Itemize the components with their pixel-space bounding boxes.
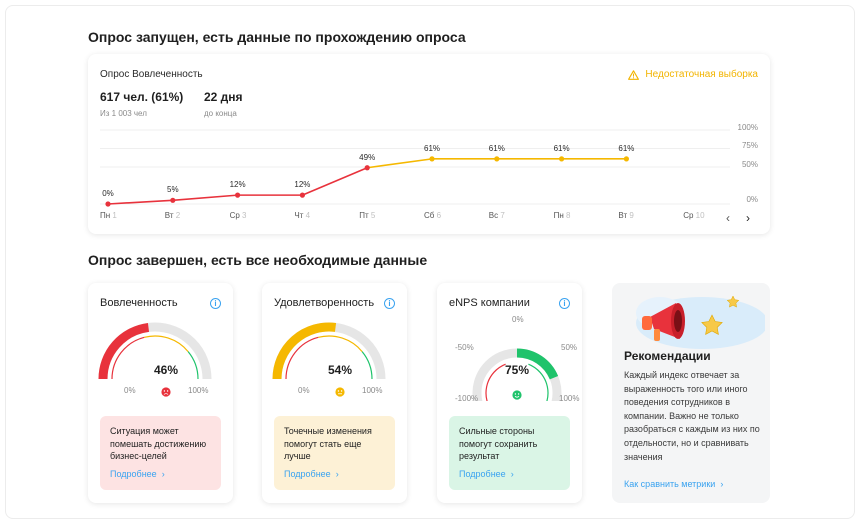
- x-tick-label: Вс 7: [488, 211, 505, 220]
- gauge-min-label: -100%: [455, 394, 479, 403]
- gauge-inner-high: [187, 351, 199, 380]
- gauge-min-label: 0%: [298, 386, 310, 395]
- metric-note: Сильные стороны помогут сохранить резуль…: [449, 416, 570, 490]
- x-tick-label: Пн 8: [553, 211, 571, 220]
- x-tick-label: Пн 1: [100, 211, 117, 220]
- gauge-mid-left-label: -50%: [455, 343, 474, 352]
- series-segment: [172, 194, 238, 202]
- data-label: 5%: [167, 185, 179, 195]
- info-icon[interactable]: i: [210, 298, 221, 309]
- gauge-max-label: 100%: [188, 386, 209, 395]
- info-icon[interactable]: i: [384, 298, 395, 309]
- note-text: Ситуация может помешать достижению бизне…: [110, 426, 207, 461]
- chevron-right-icon: ›: [335, 468, 339, 479]
- data-label: 61%: [618, 143, 635, 153]
- x-tick-label: Чт 4: [294, 211, 311, 220]
- more-link[interactable]: Подробнее ›: [459, 468, 514, 481]
- chart-prev-arrow[interactable]: ‹: [726, 211, 730, 225]
- recommendations-text: Каждый индекс отвечает за выраженность т…: [624, 370, 760, 462]
- note-text: Точечные изменения помогут стать еще луч…: [284, 426, 372, 461]
- data-label: 0%: [102, 189, 114, 198]
- metric-value: 75%: [504, 363, 530, 377]
- metric-note: Ситуация может помешать достижению бизне…: [100, 416, 221, 490]
- metric-card-engagement: Вовлеченность i 46% 0% 100% Ситуация мож…: [88, 283, 233, 503]
- x-tick-label: Вт 9: [618, 211, 634, 220]
- more-link[interactable]: Подробнее ›: [284, 468, 339, 481]
- enps-gauge: [472, 348, 562, 401]
- metric-title: Удовлетворенность: [274, 297, 375, 309]
- data-point: [170, 197, 176, 203]
- gauge-max-label: 100%: [559, 394, 580, 403]
- chevron-right-icon: ›: [161, 468, 165, 479]
- metric-card-satisfaction: Удовлетворенность i 54% 0% 100% Точечные…: [262, 283, 407, 503]
- data-point: [299, 192, 305, 198]
- series-segment: [107, 199, 173, 205]
- data-point: [429, 156, 435, 162]
- metric-value: 46%: [153, 363, 179, 377]
- metric-value: 54%: [327, 363, 353, 377]
- data-point: [364, 165, 370, 171]
- survey-progress-card: Опрос Вовлеченность Недостаточная выборк…: [88, 54, 770, 234]
- chevron-right-icon: ›: [510, 468, 514, 479]
- data-label: 12%: [294, 180, 311, 190]
- sad-face-icon: [161, 387, 171, 397]
- data-point: [559, 156, 565, 162]
- section-title-running: Опрос запущен, есть данные по прохождени…: [88, 29, 466, 45]
- gauge-max-label: 100%: [362, 386, 383, 395]
- chart-next-arrow[interactable]: ›: [746, 211, 750, 225]
- megaphone-illustration-icon: [636, 295, 765, 349]
- data-label: 61%: [423, 143, 441, 153]
- chevron-right-icon: ›: [720, 479, 724, 489]
- x-tick-label: Вт 2: [164, 211, 181, 220]
- data-point: [623, 156, 630, 162]
- data-label: 61%: [488, 143, 505, 153]
- data-label: 49%: [359, 152, 376, 162]
- more-link-label: Подробнее: [110, 468, 157, 479]
- info-icon[interactable]: i: [559, 298, 570, 309]
- recommendations-title: Рекомендации: [624, 349, 711, 363]
- metric-card-enps: eNPS компании i 0% -50% 50% 75% -100% 10…: [437, 283, 582, 503]
- metric-note: Точечные изменения помогут стать еще луч…: [274, 416, 395, 490]
- x-tick-label: Сб 6: [424, 211, 442, 220]
- data-label: 12%: [229, 180, 246, 190]
- more-link-label: Подробнее: [284, 468, 331, 479]
- gauge-fill: [98, 322, 150, 380]
- data-label: 61%: [553, 143, 570, 153]
- gauge-mid-right-label: 50%: [561, 343, 578, 352]
- section-title-finished: Опрос завершен, есть все необходимые дан…: [88, 252, 428, 268]
- gauge-min-label: 0%: [124, 386, 136, 395]
- x-tick-label: Ср 10: [683, 211, 705, 220]
- data-point: [105, 201, 111, 207]
- compare-metrics-link[interactable]: Как сравнить метрики ›: [624, 479, 723, 489]
- data-point: [235, 192, 241, 198]
- gauge-top-label: 0%: [512, 315, 524, 324]
- recommendations-card: Рекомендации Каждый индекс отвечает за в…: [612, 283, 770, 503]
- compare-metrics-label: Как сравнить метрики: [624, 479, 716, 489]
- gauge-fill: [272, 322, 337, 380]
- more-link-label: Подробнее: [459, 468, 506, 479]
- gauge-inner-high: [361, 351, 373, 380]
- x-tick-label: Пт 5: [359, 211, 376, 220]
- metric-title: Вовлеченность: [100, 297, 178, 309]
- metric-title: eNPS компании: [449, 297, 530, 309]
- data-point: [494, 156, 500, 162]
- x-tick-label: Ср 3: [229, 211, 247, 220]
- more-link[interactable]: Подробнее ›: [110, 468, 165, 481]
- series-segment: [367, 158, 433, 169]
- happy-face-icon: [512, 390, 522, 400]
- series-segment: [302, 167, 368, 196]
- note-text: Сильные стороны помогут сохранить резуль…: [459, 426, 538, 461]
- neutral-face-icon: [335, 387, 345, 397]
